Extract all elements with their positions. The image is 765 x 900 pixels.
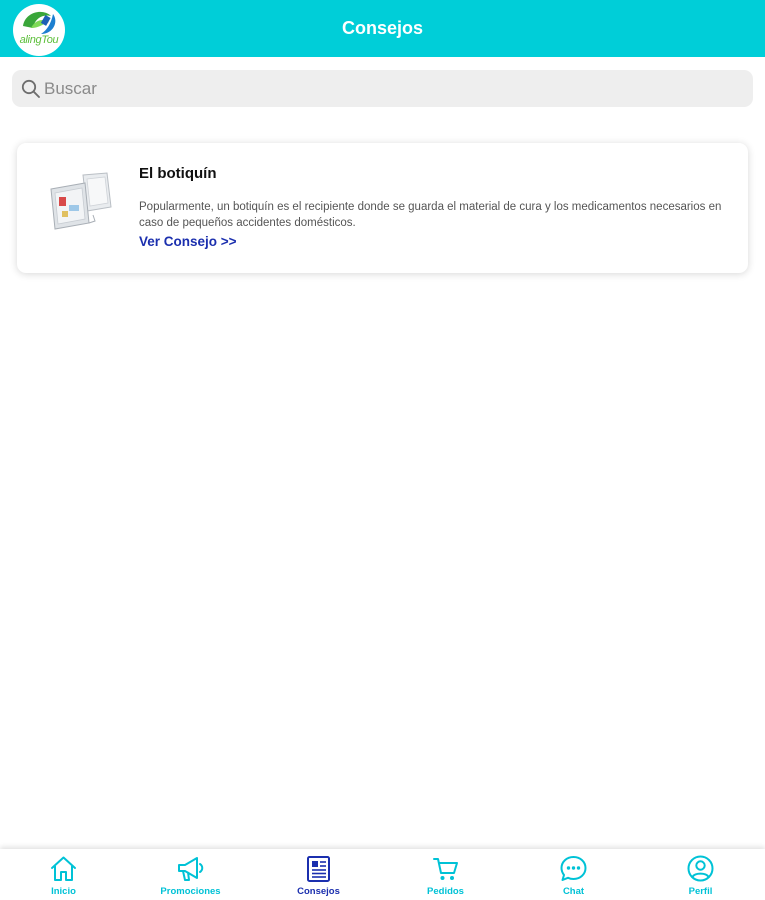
- tab-label: Chat: [562, 886, 585, 897]
- tab-label: Perfil: [688, 886, 713, 897]
- tip-description: Popularmente, un botiquín es el recipien…: [139, 201, 722, 229]
- tab-promociones[interactable]: Promociones: [127, 849, 254, 900]
- search-bar[interactable]: [12, 70, 753, 107]
- tab-perfil[interactable]: Perfil: [637, 849, 764, 900]
- page-title: Consejos: [341, 18, 424, 38]
- tip-card[interactable]: El botiquín Popularmente, un botiquín es…: [17, 143, 748, 273]
- view-tip-link[interactable]: Ver Consejo >>: [139, 234, 237, 249]
- home-icon: [51, 856, 76, 881]
- tab-pedidos[interactable]: Pedidos: [382, 849, 509, 900]
- tip-title: El botiquín: [139, 165, 217, 182]
- chat-icon: [560, 856, 587, 881]
- tab-label: Inicio: [51, 886, 76, 897]
- tab-inicio[interactable]: Inicio: [0, 849, 127, 900]
- cart-icon: [433, 858, 458, 880]
- bottom-tab-bar: Inicio Promociones Consejos Pedidos Chat…: [0, 849, 765, 900]
- tab-chat[interactable]: Chat: [510, 849, 637, 900]
- app-header: alingTou Consejos: [0, 0, 765, 57]
- tab-label: Promociones: [160, 886, 221, 897]
- tab-label: Pedidos: [427, 886, 464, 897]
- profile-icon: [687, 855, 714, 882]
- megaphone-icon: [178, 857, 204, 881]
- newspaper-icon: [307, 856, 330, 882]
- first-aid-kit-icon: [50, 172, 112, 230]
- tab-label: Consejos: [297, 886, 340, 897]
- tab-consejos[interactable]: Consejos: [255, 849, 382, 900]
- search-input[interactable]: [42, 70, 744, 107]
- search-icon: [21, 79, 40, 98]
